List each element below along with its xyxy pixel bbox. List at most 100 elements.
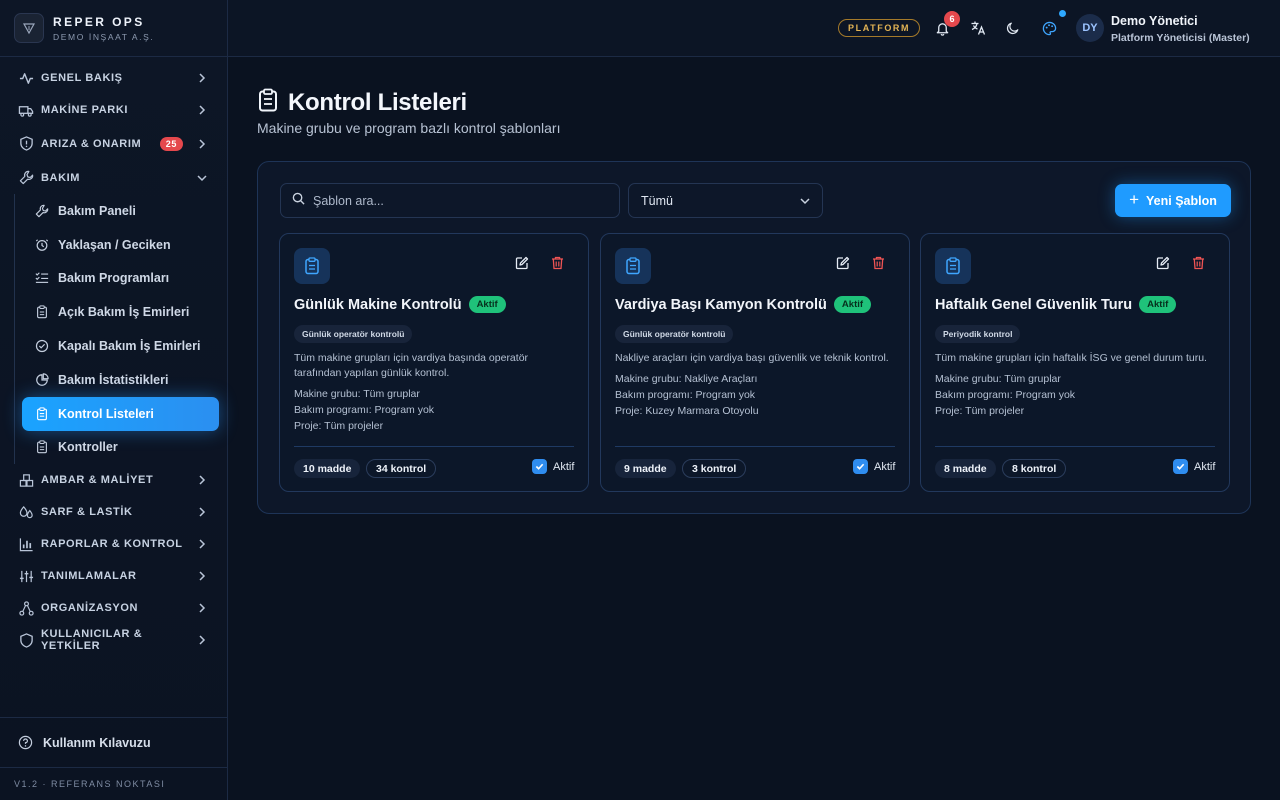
template-card[interactable]: Vardiya Başı Kamyon Kontrolü Aktif Günlü…: [600, 233, 910, 492]
sidebar-item-yaklasan-geciken[interactable]: Yaklaşan / Geciken: [0, 228, 227, 262]
avatar[interactable]: DY: [1076, 14, 1104, 42]
item-count: 8 madde: [935, 459, 996, 478]
sidebar-item-label: ARIZA & ONARIM: [41, 137, 142, 150]
sidebar-item-tanimlamalar[interactable]: TANIMLAMALAR: [0, 560, 227, 592]
palette-icon[interactable]: [1040, 19, 1058, 37]
sidebar-item-bakim[interactable]: BAKIM: [0, 161, 227, 194]
clipboard-icon: [34, 439, 50, 455]
card-title-row: Vardiya Başı Kamyon Kontrolü Aktif: [615, 296, 872, 313]
sidebar-item-label: RAPORLAR & KONTROL: [41, 538, 183, 551]
sidebar-item-label: TANIMLAMALAR: [41, 570, 137, 583]
meta-machine-group: Makine grubu: Tüm gruplar: [294, 388, 420, 400]
brand[interactable]: REPER OPS DEMO İNŞAAT A.Ş.: [0, 0, 227, 57]
chevron-right-icon: [199, 138, 206, 149]
brand-title: REPER OPS: [53, 14, 145, 29]
sidebar-item-label: AMBAR & MALİYET: [41, 474, 154, 487]
user-name[interactable]: Demo Yönetici: [1111, 14, 1198, 28]
active-checkbox[interactable]: Aktif: [1173, 459, 1215, 474]
page-title: Kontrol Listeleri: [288, 88, 467, 116]
new-template-label: Yeni Şablon: [1146, 193, 1217, 208]
bakim-submenu: Bakım Paneli Yaklaşan / Geciken Bakım Pr…: [0, 194, 227, 465]
sidebar-item-label: Yaklaşan / Geciken: [58, 237, 171, 252]
sidebar-item-kapali-is-emirleri[interactable]: Kapalı Bakım İş Emirleri: [0, 329, 227, 363]
sidebar-item-raporlar-kontrol[interactable]: RAPORLAR & KONTROL: [0, 528, 227, 560]
sidebar-item-bakim-programlari[interactable]: Bakım Programları: [0, 262, 227, 296]
template-card[interactable]: Haftalık Genel Güvenlik Turu Aktif Periy…: [920, 233, 1230, 492]
category-tag: Günlük operatör kontrolü: [294, 325, 413, 343]
sidebar-item-label: GENEL BAKIŞ: [41, 72, 123, 84]
moon-icon[interactable]: [1004, 19, 1022, 37]
sidebar-item-bakim-istatistikleri[interactable]: Bakım İstatistikleri: [0, 363, 227, 397]
chevron-right-icon: [199, 635, 206, 645]
active-checkbox-label: Aktif: [1194, 460, 1216, 473]
clipboard-list-icon: [34, 406, 50, 422]
sidebar-item-kontroller[interactable]: Kontroller: [0, 431, 227, 465]
translate-icon[interactable]: [969, 19, 987, 37]
sidebar-item-label: ORGANİZASYON: [41, 602, 139, 615]
sidebar-item-label: MAKİNE PARKI: [41, 104, 129, 116]
status-badge: Aktif: [833, 296, 872, 313]
sidebar-item-makine-parki[interactable]: MAKİNE PARKI: [0, 94, 227, 126]
sidebar-item-kullanicilar-yetkiler[interactable]: KULLANICILAR & YETKİLER: [0, 624, 227, 656]
meta-program: Bakım programı: Program yok: [294, 404, 435, 416]
sidebar-item-organizasyon[interactable]: ORGANİZASYON: [0, 592, 227, 624]
meta-program: Bakım programı: Program yok: [935, 389, 1076, 401]
page-subtitle: Makine grubu ve program bazlı kontrol şa…: [257, 120, 561, 136]
edit-icon[interactable]: [836, 256, 850, 275]
shield-icon: [18, 632, 34, 648]
help-link[interactable]: Kullanım Kılavuzu: [0, 717, 227, 767]
sidebar-item-label: BAKIM: [41, 171, 81, 184]
search-input[interactable]: [313, 193, 603, 208]
chevron-right-icon: [199, 539, 206, 549]
chevron-right-icon: [199, 603, 206, 613]
trash-icon[interactable]: [1192, 256, 1205, 275]
new-template-button[interactable]: + Yeni Şablon: [1115, 184, 1231, 217]
sidebar-item-genel-bakis[interactable]: GENEL BAKIŞ: [0, 62, 227, 94]
sidebar-item-sarf-lastik[interactable]: SARF & LASTİK: [0, 496, 227, 528]
clipboard-list-icon: [257, 88, 279, 117]
shield-alert-icon: [18, 136, 34, 152]
version-label: V1.2 · REFERANS NOKTASI: [0, 767, 227, 800]
search-box[interactable]: [280, 183, 620, 218]
sidebar-item-bakim-paneli[interactable]: Bakım Paneli: [0, 194, 227, 228]
divider: [615, 446, 895, 447]
brand-subtitle: DEMO İNŞAAT A.Ş.: [53, 31, 155, 42]
active-checkbox[interactable]: Aktif: [853, 459, 895, 474]
count-badge: 25: [159, 136, 183, 151]
template-card[interactable]: Günlük Makine Kontrolü Aktif Günlük oper…: [279, 233, 589, 492]
platform-badge: PLATFORM: [838, 19, 921, 37]
sidebar-item-acik-is-emirleri[interactable]: Açık Bakım İş Emirleri: [0, 295, 227, 329]
item-count: 10 madde: [294, 459, 361, 478]
card-title: Vardiya Başı Kamyon Kontrolü: [615, 296, 827, 313]
topbar: PLATFORM 6 DY Demo Yönetici Platform Yön…: [228, 0, 1280, 57]
meta-project: Proje: Tüm projeler: [935, 405, 1025, 417]
meta-program: Bakım programı: Program yok: [615, 389, 756, 401]
sidebar: REPER OPS DEMO İNŞAAT A.Ş. GENEL BAKIŞ M…: [0, 0, 228, 800]
bar-chart-icon: [18, 536, 34, 552]
category-tag: Günlük operatör kontrolü: [615, 325, 734, 343]
sidebar-item-ambar-maliyet[interactable]: AMBAR & MALİYET: [0, 464, 227, 496]
filter-select[interactable]: Tümü: [628, 183, 823, 218]
active-checkbox[interactable]: Aktif: [532, 459, 574, 474]
edit-icon[interactable]: [1156, 256, 1170, 275]
droplets-icon: [18, 504, 34, 520]
sidebar-nav: GENEL BAKIŞ MAKİNE PARKI ARIZA & ONARIM …: [0, 62, 227, 656]
plus-icon: +: [1129, 190, 1140, 209]
chevron-right-icon: [199, 475, 206, 485]
checkbox-checked-icon: [1173, 459, 1188, 474]
sidebar-item-label: Açık Bakım İş Emirleri: [58, 305, 190, 320]
sliders-icon: [18, 568, 34, 584]
edit-icon[interactable]: [515, 256, 529, 275]
trash-icon[interactable]: [872, 256, 885, 275]
meta-project: Proje: Tüm projeler: [294, 420, 384, 432]
control-count: 8 kontrol: [1002, 459, 1067, 478]
brand-logo-icon: [14, 13, 44, 43]
clipboard-list-icon: [935, 248, 971, 284]
meta-project: Proje: Kuzey Marmara Otoyolu: [615, 405, 759, 417]
active-checkbox-label: Aktif: [553, 460, 575, 473]
sidebar-item-kontrol-listeleri[interactable]: Kontrol Listeleri: [22, 396, 219, 431]
clipboard-list-icon: [294, 248, 330, 284]
trash-icon[interactable]: [551, 256, 564, 275]
sidebar-item-ariza-onarim[interactable]: ARIZA & ONARIM 25: [0, 126, 227, 161]
checkbox-checked-icon: [853, 459, 868, 474]
